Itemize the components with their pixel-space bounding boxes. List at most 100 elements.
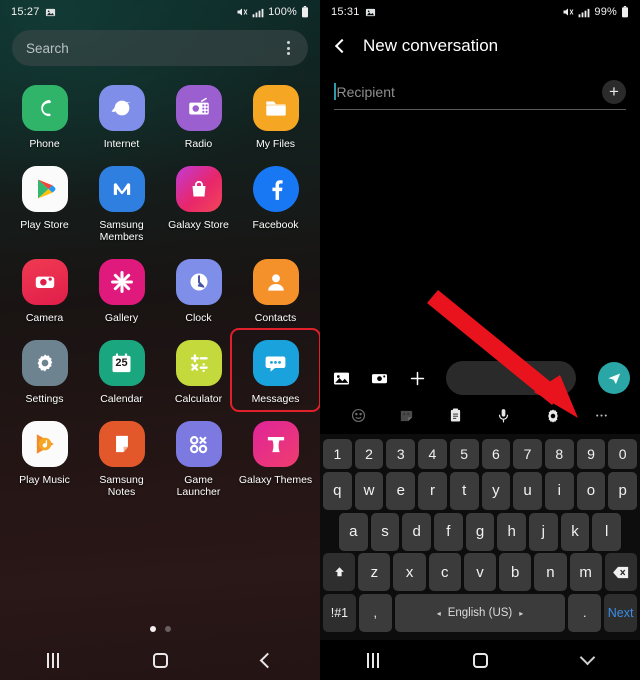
keyboard-row-space: !#1 , ◂ English (US) ▸ . Next <box>323 594 638 632</box>
app-item-play-music[interactable]: Play Music <box>6 416 83 498</box>
app-item-gallery[interactable]: Gallery <box>83 254 160 324</box>
recents-icon[interactable] <box>47 652 59 668</box>
key[interactable]: u <box>513 471 542 510</box>
key[interactable]: l <box>592 512 622 551</box>
key[interactable]: d <box>402 512 431 551</box>
app-item-galaxy-store[interactable]: Galaxy Store <box>160 161 237 243</box>
app-label: Galaxy Store <box>168 219 229 231</box>
recents-icon[interactable] <box>367 652 379 668</box>
key[interactable]: g <box>465 512 495 551</box>
key[interactable]: o <box>576 471 606 510</box>
back-icon[interactable] <box>259 652 276 668</box>
key[interactable]: x <box>393 553 426 592</box>
key[interactable]: f <box>434 512 463 551</box>
key[interactable]: 7 <box>513 439 542 469</box>
key[interactable]: 2 <box>354 439 384 469</box>
message-input[interactable] <box>446 361 576 395</box>
page-dot[interactable] <box>164 626 171 632</box>
key[interactable]: 5 <box>449 439 479 469</box>
app-item-play-store[interactable]: Play Store <box>6 161 83 243</box>
samsung-members-icon <box>98 166 145 212</box>
key[interactable]: r <box>418 471 447 510</box>
key[interactable]: 1 <box>322 439 352 469</box>
key[interactable]: k <box>560 512 590 551</box>
galaxy-store-icon <box>175 166 222 212</box>
app-item-galaxy-themes[interactable]: Galaxy Themes <box>237 416 314 498</box>
key[interactable]: t <box>449 471 479 510</box>
key[interactable]: a <box>338 512 368 551</box>
back-chevron-icon[interactable] <box>334 38 350 54</box>
app-label: Gallery <box>104 312 139 324</box>
key[interactable]: h <box>497 512 527 551</box>
next-language-icon[interactable]: ▸ <box>519 609 523 618</box>
gear-icon[interactable] <box>544 407 562 430</box>
key[interactable]: v <box>463 553 497 592</box>
app-item-internet[interactable]: Internet <box>83 80 160 150</box>
key[interactable]: 6 <box>481 439 511 469</box>
app-item-game-launcher[interactable]: Game Launcher <box>160 416 237 498</box>
app-label: Settings <box>25 393 64 405</box>
key[interactable]: i <box>544 471 574 510</box>
app-item-calculator[interactable]: Calculator <box>160 335 237 405</box>
key[interactable]: m <box>569 553 602 592</box>
key[interactable]: c <box>428 553 461 592</box>
action-key[interactable]: Next <box>604 594 638 632</box>
app-item-samsung-notes[interactable]: Samsung Notes <box>83 416 160 498</box>
home-icon[interactable] <box>473 652 488 668</box>
key[interactable]: e <box>386 471 416 510</box>
kebab-menu-icon[interactable] <box>283 37 294 59</box>
add-recipient-button[interactable]: + <box>602 79 626 104</box>
key[interactable]: y <box>481 471 511 510</box>
app-item-settings[interactable]: Settings <box>6 335 83 405</box>
key[interactable]: 3 <box>386 439 416 469</box>
page-dot-active[interactable] <box>149 626 156 632</box>
more-icon[interactable] <box>593 407 610 429</box>
period-key[interactable]: . <box>568 594 602 632</box>
app-item-facebook[interactable]: Facebook <box>237 161 314 243</box>
app-item-messages[interactable]: Messages <box>230 328 320 412</box>
key[interactable]: q <box>322 471 352 510</box>
app-item-contacts[interactable]: Contacts <box>237 254 314 324</box>
settings-icon <box>21 340 68 386</box>
space-key[interactable]: ◂ English (US) ▸ <box>394 594 566 632</box>
emoji-icon[interactable] <box>350 407 367 429</box>
key[interactable]: s <box>370 512 400 551</box>
image-icon[interactable] <box>330 367 352 389</box>
search-input[interactable]: Search <box>12 30 308 66</box>
contacts-icon <box>252 259 299 305</box>
backspace-icon[interactable] <box>604 553 637 592</box>
key[interactable]: w <box>354 471 384 510</box>
comma-key[interactable]: , <box>358 594 392 632</box>
key[interactable]: p <box>608 471 638 510</box>
key[interactable]: j <box>529 512 558 551</box>
app-item-clock[interactable]: Clock <box>160 254 237 324</box>
key[interactable]: b <box>499 553 532 592</box>
app-item-camera[interactable]: Camera <box>6 254 83 324</box>
key[interactable]: 9 <box>576 439 606 469</box>
key[interactable]: 4 <box>418 439 447 469</box>
shift-icon[interactable] <box>323 553 356 592</box>
app-item-samsung-members[interactable]: Samsung Members <box>83 161 160 243</box>
app-item-calendar[interactable]: 25 Calendar <box>83 335 160 405</box>
camera-icon[interactable] <box>368 367 390 389</box>
status-time: 15:27 <box>11 6 40 18</box>
hide-keyboard-icon[interactable] <box>579 649 596 666</box>
key[interactable]: 0 <box>608 439 638 469</box>
app-item-radio[interactable]: Radio <box>160 80 237 150</box>
key[interactable]: n <box>534 553 567 592</box>
symbols-key[interactable]: !#1 <box>323 594 356 632</box>
keyboard-row-top: q w e r t y u i o p <box>322 471 638 510</box>
sticker-icon[interactable] <box>398 407 415 429</box>
recipient-field[interactable]: Recipient + <box>334 74 626 110</box>
app-item-my-files[interactable]: My Files <box>237 80 314 150</box>
home-icon[interactable] <box>153 652 168 668</box>
app-item-phone[interactable]: Phone <box>6 80 83 150</box>
plus-icon[interactable] <box>406 367 428 389</box>
clipboard-icon[interactable] <box>447 407 464 429</box>
screenshot-root: 15:27 100% Search Phone Internet Radio M… <box>0 0 640 680</box>
key[interactable]: 8 <box>544 439 574 469</box>
microphone-icon[interactable] <box>495 407 512 429</box>
key[interactable]: z <box>358 553 391 592</box>
send-button[interactable] <box>598 362 630 394</box>
prev-language-icon[interactable]: ◂ <box>437 609 441 618</box>
